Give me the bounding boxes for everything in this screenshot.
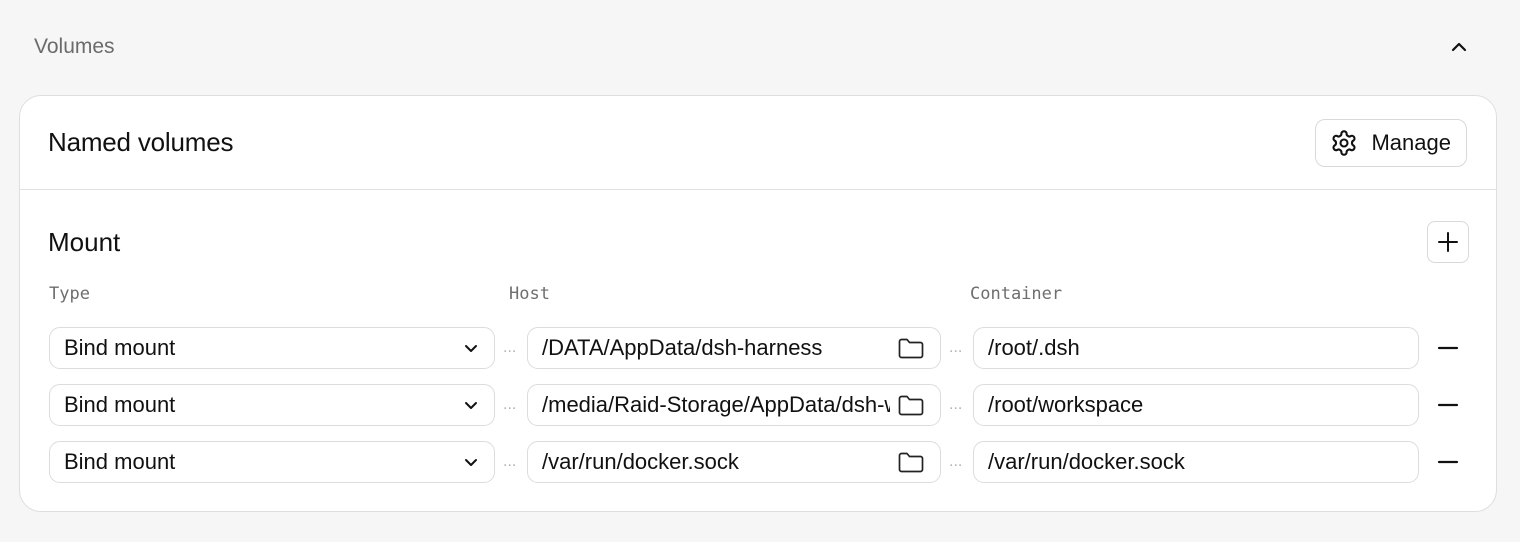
remove-mount-button[interactable]: [1433, 390, 1463, 420]
chevron-down-icon: [465, 402, 477, 409]
host-path-value: /media/Raid-Storage/AppData/dsh-workspac…: [542, 392, 890, 417]
row-separator: ...: [949, 453, 963, 470]
chevron-down-icon: [465, 459, 477, 466]
column-label-container: Container: [970, 284, 1063, 304]
manage-label: Manage: [1371, 129, 1451, 155]
mount-title: Mount: [48, 226, 121, 257]
minus-icon: [1437, 346, 1459, 350]
minus-icon: [1437, 460, 1459, 464]
mount-row: Bind mount ... /media/Raid-Storage/AppDa…: [20, 384, 1496, 428]
volumes-card: Named volumes Manage Mount Type Host Con…: [19, 95, 1497, 512]
browse-folder-button[interactable]: [896, 334, 926, 362]
remove-mount-button[interactable]: [1433, 447, 1463, 477]
mount-row: Bind mount ... /DATA/AppData/dsh-harness…: [20, 327, 1496, 371]
container-path-value: /var/run/docker.sock: [988, 449, 1185, 474]
row-separator: ...: [503, 396, 517, 413]
volumes-section-header: Volumes: [34, 30, 1474, 64]
type-select[interactable]: Bind mount: [49, 441, 495, 483]
host-path-input[interactable]: /media/Raid-Storage/AppData/dsh-workspac…: [527, 384, 941, 426]
chevron-up-icon: [1451, 42, 1467, 52]
add-mount-button[interactable]: [1427, 221, 1469, 263]
type-select[interactable]: Bind mount: [49, 327, 495, 369]
container-path-input[interactable]: /var/run/docker.sock: [973, 441, 1419, 483]
row-separator: ...: [503, 453, 517, 470]
named-volumes-title: Named volumes: [48, 127, 234, 157]
folder-icon: [898, 452, 924, 473]
row-separator: ...: [503, 339, 517, 356]
remove-mount-button[interactable]: [1433, 333, 1463, 363]
container-path-value: /root/workspace: [988, 392, 1144, 417]
browse-folder-button[interactable]: [896, 448, 926, 476]
container-path-value: /root/.dsh: [988, 335, 1080, 360]
container-path-input[interactable]: /root/workspace: [973, 384, 1419, 426]
named-volumes-header: Named volumes Manage: [20, 96, 1496, 190]
folder-icon: [898, 395, 924, 416]
browse-folder-button[interactable]: [896, 391, 926, 419]
host-path-value: /var/run/docker.sock: [542, 449, 739, 474]
plus-icon: [1438, 232, 1458, 252]
gear-icon: [1332, 129, 1357, 156]
chevron-down-icon: [465, 345, 477, 352]
row-separator: ...: [949, 339, 963, 356]
minus-icon: [1437, 403, 1459, 407]
row-separator: ...: [949, 396, 963, 413]
type-select-value: Bind mount: [64, 335, 176, 360]
column-label-type: Type: [49, 284, 90, 304]
folder-icon: [898, 338, 924, 359]
collapse-button[interactable]: [1444, 32, 1474, 62]
type-select-value: Bind mount: [64, 449, 176, 474]
manage-button[interactable]: Manage: [1315, 118, 1467, 167]
mount-header: Mount: [48, 220, 1469, 264]
host-path-input[interactable]: /DATA/AppData/dsh-harness: [527, 327, 941, 369]
section-title: Volumes: [34, 35, 115, 58]
host-path-value: /DATA/AppData/dsh-harness: [542, 335, 823, 360]
host-path-input[interactable]: /var/run/docker.sock: [527, 441, 941, 483]
type-select[interactable]: Bind mount: [49, 384, 495, 426]
container-path-input[interactable]: /root/.dsh: [973, 327, 1419, 369]
column-label-host: Host: [509, 284, 550, 304]
type-select-value: Bind mount: [64, 392, 176, 417]
mount-row: Bind mount ... /var/run/docker.sock ... …: [20, 441, 1496, 485]
